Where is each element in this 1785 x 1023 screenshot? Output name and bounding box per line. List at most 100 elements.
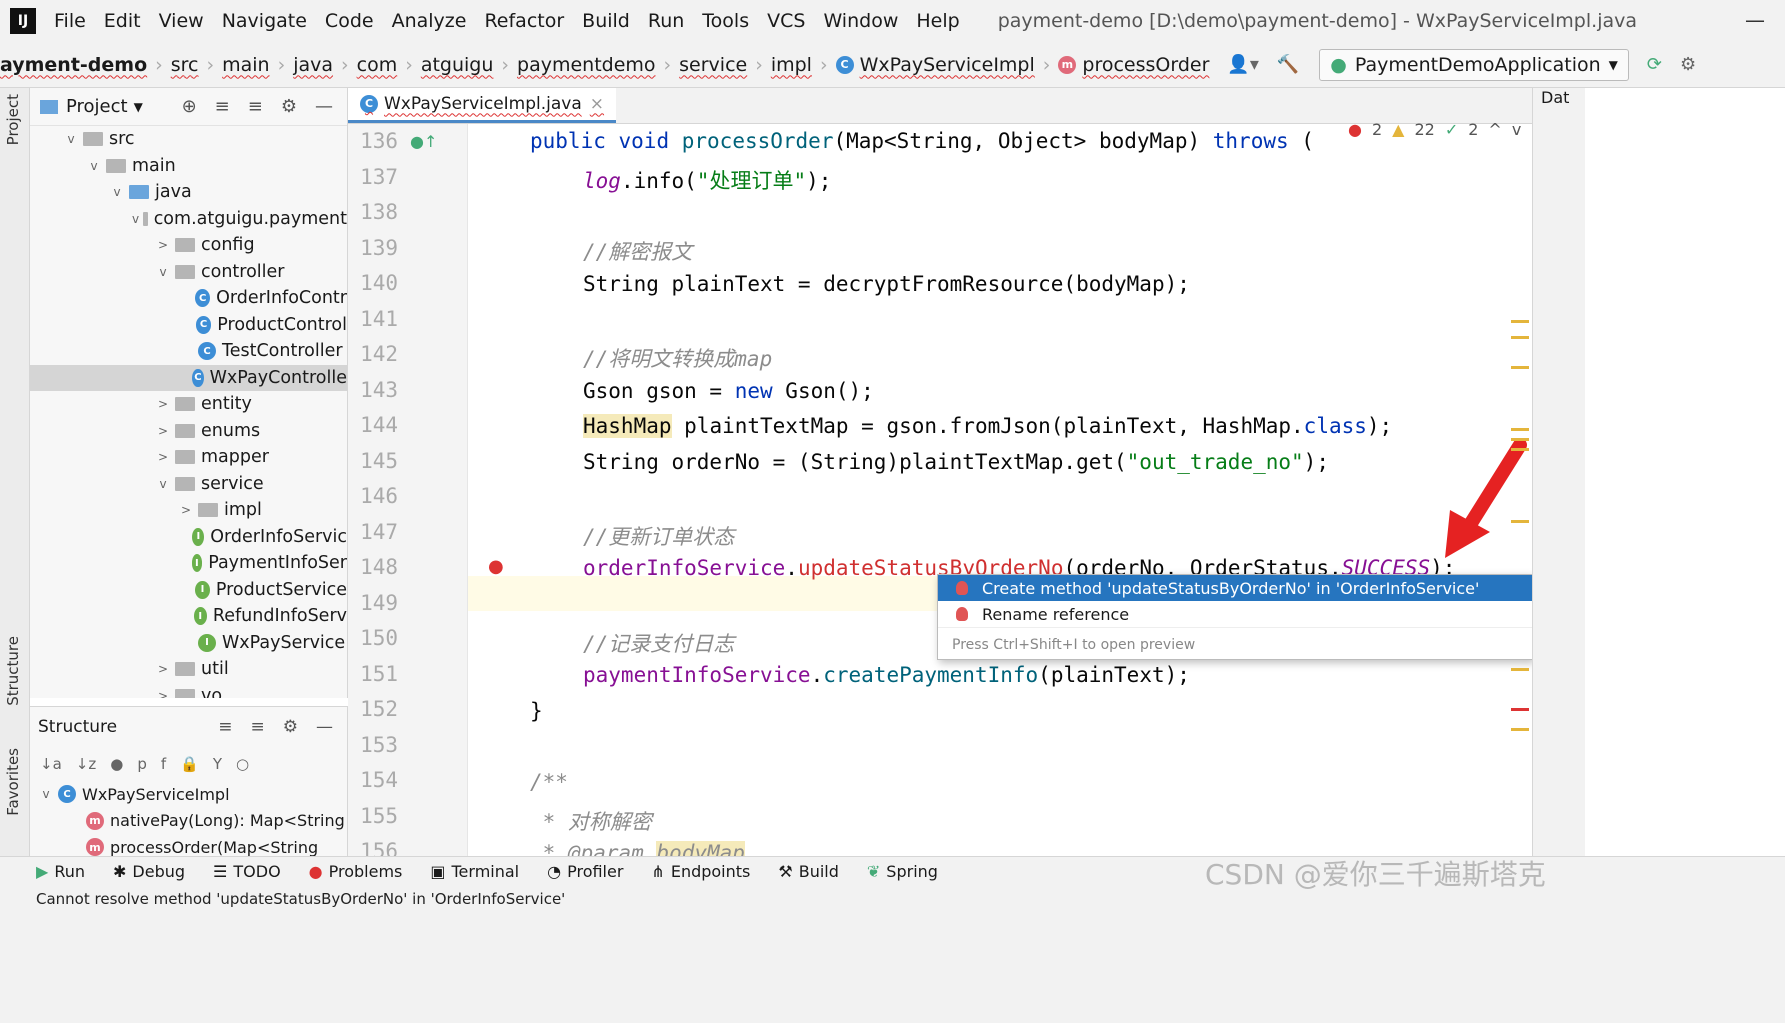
tab-project[interactable]: Project (4, 94, 22, 145)
tool-problems[interactable]: ● Problems (309, 862, 403, 881)
chevron-right-icon[interactable]: > (155, 662, 171, 676)
chevron-right-icon[interactable]: > (155, 397, 171, 411)
chevron-right-icon[interactable]: > (155, 238, 171, 252)
inspection-widget[interactable]: ● 2 ▲ 22 ✓ 2 ^ v (1348, 120, 1521, 139)
menu-analyze[interactable]: Analyze (392, 10, 467, 32)
tree-item[interactable]: v src (30, 126, 347, 153)
crumb-project[interactable]: ayment-demo (0, 54, 147, 76)
menu-build[interactable]: Build (582, 10, 630, 32)
collapse-all-icon[interactable]: ≡ (248, 96, 263, 117)
code-area[interactable]: public void processOrder(Map<String, Obj… (468, 124, 1532, 856)
build-hammer-icon[interactable]: 🔨 (1277, 54, 1299, 75)
crumb-service[interactable]: service (679, 54, 747, 76)
crumb-method[interactable]: processOrder (1082, 54, 1209, 76)
rerun-icon[interactable]: ⟳ (1647, 54, 1662, 75)
crumb-src[interactable]: src (171, 54, 199, 76)
tree-item[interactable]: I WxPayService (30, 630, 347, 657)
editor-tab[interactable]: C WxPayServiceImpl.java × (348, 88, 617, 123)
user-icon[interactable]: 👤▾ (1227, 54, 1258, 75)
sort-alpha-icon[interactable]: ↓a (40, 755, 62, 773)
crumb-impl[interactable]: impl (771, 54, 812, 76)
crumb-com[interactable]: com (357, 54, 398, 76)
tool-spring[interactable]: ❦ Spring (867, 862, 938, 881)
chevron-right-icon[interactable]: > (155, 450, 171, 464)
anonymous-icon[interactable]: Y (213, 755, 222, 773)
tree-item[interactable]: I ProductService (30, 577, 347, 604)
chevron-down-icon[interactable]: v (63, 132, 79, 146)
tool-todo[interactable]: ☰ TODO (213, 862, 281, 881)
tree-item[interactable]: v service (30, 471, 347, 498)
tool-profiler[interactable]: ◔ Profiler (547, 862, 623, 881)
tree-item[interactable]: > enums (30, 418, 347, 445)
popup-item-create-method[interactable]: Create method 'updateStatusByOrderNo' in… (938, 575, 1532, 601)
tree-item[interactable]: I OrderInfoServic (30, 524, 347, 551)
tool-debug[interactable]: ✱ Debug (113, 862, 185, 881)
gear-icon[interactable]: ⚙ (283, 717, 298, 737)
tree-item[interactable]: > config (30, 232, 347, 259)
chevron-down-icon[interactable]: v (86, 159, 102, 173)
menu-tools[interactable]: Tools (702, 10, 749, 32)
tree-item[interactable]: I RefundInfoServ (30, 603, 347, 630)
lock-icon[interactable]: 🔒 (180, 755, 199, 773)
crumb-paymentdemo[interactable]: paymentdemo (517, 54, 656, 76)
tool-run[interactable]: ▶ Run (36, 862, 85, 881)
menu-code[interactable]: Code (325, 10, 374, 32)
chevron-down-icon[interactable]: v (132, 212, 139, 226)
tree-item[interactable]: C TestController (30, 338, 347, 365)
menu-navigate[interactable]: Navigate (222, 10, 307, 32)
chevron-down-icon[interactable]: v (155, 265, 171, 279)
crumb-class[interactable]: WxPayServiceImpl (860, 54, 1035, 76)
override-icon[interactable]: ●↑ (410, 132, 437, 151)
chevron-down-icon[interactable]: ▼ (134, 100, 143, 114)
tab-favorites[interactable]: Favorites (4, 748, 22, 816)
hide-icon[interactable]: — (315, 96, 333, 117)
crumb-atguigu[interactable]: atguigu (421, 54, 494, 76)
tab-database[interactable]: Dat (1541, 88, 1569, 107)
expand-all-icon[interactable]: ≡ (215, 96, 230, 117)
close-icon[interactable]: × (590, 94, 604, 114)
chevron-right-icon[interactable]: > (178, 503, 194, 517)
property-icon[interactable]: p (137, 755, 147, 773)
tree-item[interactable]: > mapper (30, 444, 347, 471)
tree-item[interactable]: C ProductControl (30, 312, 347, 339)
tool-endpoints[interactable]: ⋔ Endpoints (651, 862, 750, 881)
crumb-main[interactable]: main (222, 54, 269, 76)
project-title[interactable]: Project (66, 96, 128, 117)
field-icon[interactable]: f (161, 755, 166, 773)
tree-item[interactable]: > impl (30, 497, 347, 524)
tree-item[interactable]: C OrderInfoContr (30, 285, 347, 312)
chevron-down-icon[interactable]: v (38, 787, 54, 801)
tree-item[interactable]: > util (30, 656, 347, 683)
lambda-icon[interactable]: ○ (236, 755, 249, 773)
tab-structure[interactable]: Structure (4, 636, 22, 706)
chevron-up-icon[interactable]: ^ (1488, 120, 1501, 139)
gear-icon[interactable]: ⚙ (281, 96, 297, 117)
menu-file[interactable]: File (54, 10, 86, 32)
chevron-down-icon[interactable]: v (155, 477, 171, 491)
debug-icon[interactable]: ⚙ (1680, 54, 1696, 75)
structure-item[interactable]: nativePay(Long): Map<String (110, 811, 345, 830)
chevron-right-icon[interactable]: > (155, 689, 171, 698)
menu-help[interactable]: Help (916, 10, 959, 32)
sort-visibility-icon[interactable]: ↓z (76, 755, 96, 773)
menu-vcs[interactable]: VCS (767, 10, 805, 32)
minimize-icon[interactable]: — (1745, 8, 1765, 32)
menu-edit[interactable]: Edit (104, 10, 141, 32)
tree-item[interactable]: v main (30, 153, 347, 180)
tree-item[interactable]: v com.atguigu.payment (30, 206, 347, 233)
tree-item[interactable]: v controller (30, 259, 347, 286)
expand-all-icon[interactable]: ≡ (218, 717, 232, 737)
chevron-down-icon[interactable]: v (1512, 120, 1521, 139)
chevron-right-icon[interactable]: > (155, 424, 171, 438)
tool-build[interactable]: ⚒ Build (778, 862, 839, 881)
tree-item[interactable]: > entity (30, 391, 347, 418)
locate-icon[interactable]: ⊕ (182, 96, 197, 117)
structure-item[interactable]: processOrder(Map<String (110, 838, 318, 856)
tree-item[interactable]: C WxPayControlle (30, 364, 347, 391)
crumb-java[interactable]: java (293, 54, 333, 76)
tree-item[interactable]: I PaymentInfoSer (30, 550, 347, 577)
menu-run[interactable]: Run (648, 10, 684, 32)
tree-item[interactable]: v java (30, 179, 347, 206)
tool-terminal[interactable]: ▣ Terminal (430, 862, 519, 881)
chevron-down-icon[interactable]: v (109, 185, 125, 199)
